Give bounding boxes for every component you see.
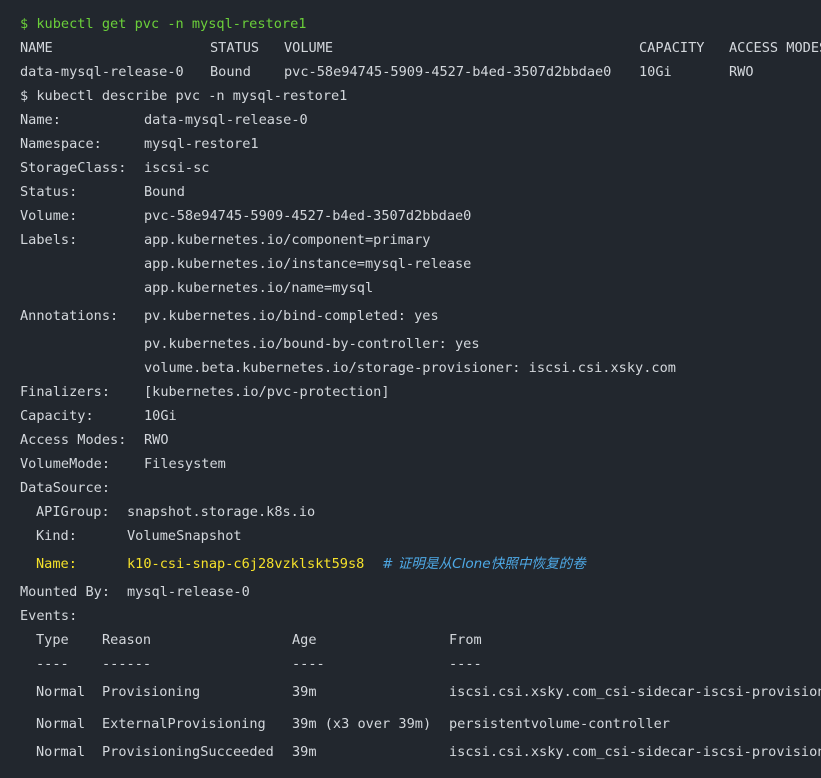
field-storageclass-key: StorageClass: <box>20 160 127 176</box>
table-cell-name: data-mysql-release-0 <box>20 64 184 80</box>
field-storageclass-value: iscsi-sc <box>144 160 210 176</box>
field-capacity-value: 10Gi <box>144 408 177 424</box>
field-volumemode-key: VolumeMode: <box>20 456 111 472</box>
field-name-value: data-mysql-release-0 <box>144 112 308 128</box>
field-volume-value: pvc-58e94745-5909-4527-b4ed-3507d2bbdae0 <box>144 208 472 224</box>
field-capacity-key: Capacity: <box>20 408 94 424</box>
annotation-comment: # 证明是从Clone快照中恢复的卷 <box>382 556 586 572</box>
field-kind-key: Kind: <box>36 528 77 544</box>
events-divider: ---- <box>292 656 325 672</box>
events-divider: ---- <box>449 656 482 672</box>
field-access-modes-key: Access Modes: <box>20 432 127 448</box>
command-get-pvc: $ kubectl get pvc -n mysql-restore1 <box>20 16 307 32</box>
event-row-from: iscsi.csi.xsky.com_csi-sidecar-iscsi-pro… <box>449 684 821 700</box>
event-row-from: persistentvolume-controller <box>449 716 670 732</box>
annotation-item: pv.kubernetes.io/bound-by-controller: ye… <box>144 336 480 352</box>
annotation-item: volume.beta.kubernetes.io/storage-provis… <box>144 360 676 376</box>
field-namespace-key: Namespace: <box>20 136 102 152</box>
field-mounted-by-value: mysql-release-0 <box>127 584 250 600</box>
events-header-age: Age <box>292 632 317 648</box>
field-status-value: Bound <box>144 184 185 200</box>
field-datasource-name-key: Name: <box>36 556 77 572</box>
event-row-reason: ProvisioningSucceeded <box>102 744 274 760</box>
table-cell-access-modes: RWO <box>729 64 754 80</box>
table-header-capacity: CAPACITY <box>639 40 705 56</box>
field-kind-value: VolumeSnapshot <box>127 528 242 544</box>
field-labels-key: Labels: <box>20 232 78 248</box>
field-annotations-key: Annotations: <box>20 308 119 324</box>
field-mounted-by-key: Mounted By: <box>20 584 111 600</box>
field-apigroup-key: APIGroup: <box>36 504 110 520</box>
event-row-type: Normal <box>36 684 86 700</box>
event-row-from: iscsi.csi.xsky.com_csi-sidecar-iscsi-pro… <box>449 744 821 760</box>
terminal-window[interactable]: $ kubectl get pvc -n mysql-restore1 NAME… <box>0 0 821 778</box>
field-name-key: Name: <box>20 112 61 128</box>
field-events-key: Events: <box>20 608 78 624</box>
event-row-reason: Provisioning <box>102 684 201 700</box>
event-row-age: 39m <box>292 684 317 700</box>
field-namespace-value: mysql-restore1 <box>144 136 259 152</box>
annotation-item: pv.kubernetes.io/bind-completed: yes <box>144 308 439 324</box>
table-header-access-modes: ACCESS MODES <box>729 40 821 56</box>
event-row-age: 39m <box>292 744 317 760</box>
event-row-age: 39m (x3 over 39m) <box>292 716 432 732</box>
event-row-reason: ExternalProvisioning <box>102 716 266 732</box>
event-row-type: Normal <box>36 716 86 732</box>
command-describe-pvc: $ kubectl describe pvc -n mysql-restore1 <box>20 88 348 104</box>
table-header-volume: VOLUME <box>284 40 334 56</box>
field-finalizers-value: [kubernetes.io/pvc-protection] <box>144 384 390 400</box>
table-cell-volume: pvc-58e94745-5909-4527-b4ed-3507d2bbdae0 <box>284 64 612 80</box>
field-finalizers-key: Finalizers: <box>20 384 111 400</box>
field-datasource-key: DataSource: <box>20 480 111 496</box>
field-status-key: Status: <box>20 184 78 200</box>
events-header-from: From <box>449 632 482 648</box>
events-header-reason: Reason <box>102 632 152 648</box>
event-row-type: Normal <box>36 744 86 760</box>
events-divider: ---- <box>36 656 69 672</box>
label-item: app.kubernetes.io/instance=mysql-release <box>144 256 472 272</box>
table-header-status: STATUS <box>210 40 260 56</box>
field-datasource-name-value: k10-csi-snap-c6j28vzklskt59s8 <box>127 556 365 572</box>
table-cell-capacity: 10Gi <box>639 64 672 80</box>
table-header-name: NAME <box>20 40 53 56</box>
events-header-type: Type <box>36 632 69 648</box>
label-item: app.kubernetes.io/name=mysql <box>144 280 374 296</box>
field-volume-key: Volume: <box>20 208 78 224</box>
label-item: app.kubernetes.io/component=primary <box>144 232 431 248</box>
field-access-modes-value: RWO <box>144 432 169 448</box>
field-volumemode-value: Filesystem <box>144 456 226 472</box>
events-divider: ------ <box>102 656 152 672</box>
table-cell-status: Bound <box>210 64 251 80</box>
field-apigroup-value: snapshot.storage.k8s.io <box>127 504 316 520</box>
